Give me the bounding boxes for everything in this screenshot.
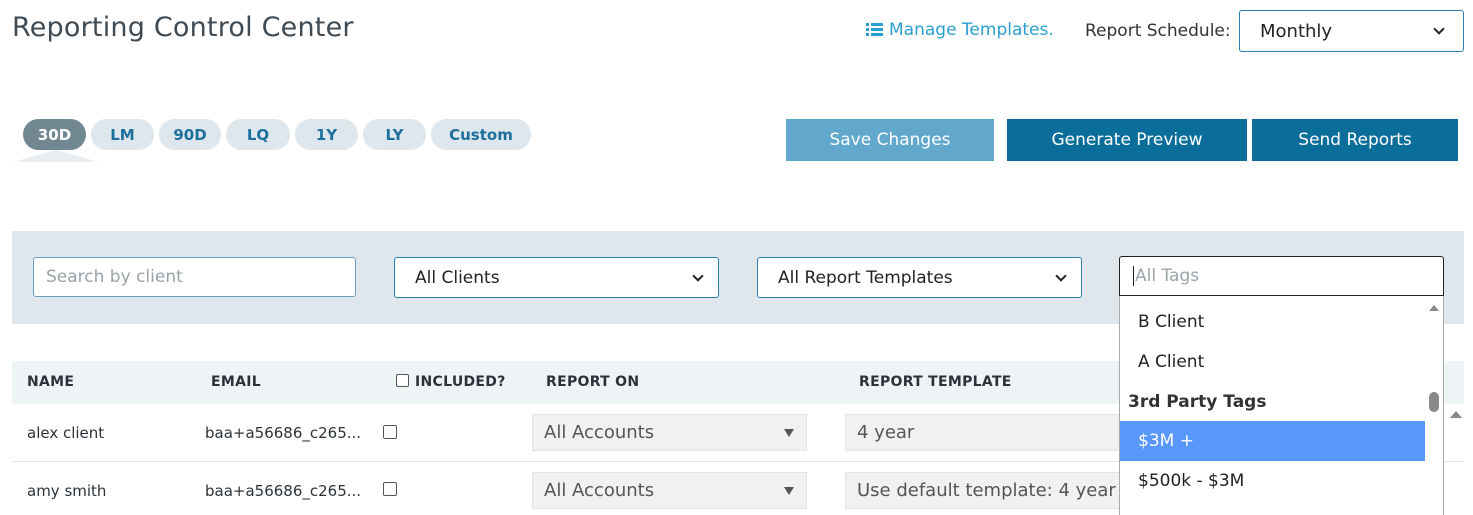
column-header-included: INCLUDED? — [396, 374, 506, 390]
chevron-down-icon — [1055, 269, 1067, 282]
period-tab-ly[interactable]: LY — [363, 119, 426, 150]
list-icon — [866, 23, 883, 37]
tag-option-3m-plus[interactable]: $3M + — [1120, 421, 1425, 461]
tag-group-3rd-party: 3rd Party Tags — [1128, 392, 1267, 412]
column-header-report-template[interactable]: REPORT TEMPLATE — [859, 374, 1012, 390]
client-name: amy smith — [27, 482, 107, 500]
report-on-select[interactable]: All Accounts — [532, 472, 807, 509]
manage-templates-link[interactable]: Manage Templates. — [866, 20, 1054, 40]
page-title: Reporting Control Center — [12, 12, 354, 43]
included-checkbox[interactable] — [383, 425, 397, 439]
dropdown-scrollbar[interactable] — [1425, 296, 1443, 515]
period-tab-90d[interactable]: 90D — [159, 119, 221, 150]
column-header-name[interactable]: NAME — [27, 374, 74, 390]
report-on-value: All Accounts — [544, 422, 655, 443]
generate-preview-button[interactable]: Generate Preview — [1007, 119, 1247, 161]
included-header-label: INCLUDED? — [415, 374, 506, 390]
report-template-value: 4 year — [857, 422, 915, 443]
column-header-email[interactable]: EMAIL — [211, 374, 261, 390]
report-on-select[interactable]: All Accounts — [532, 414, 807, 451]
period-tab-lq[interactable]: LQ — [226, 119, 290, 150]
page-scroll-up-arrow[interactable] — [1450, 411, 1462, 418]
triangle-down-icon — [784, 487, 794, 495]
chevron-down-icon — [692, 269, 704, 282]
clients-filter-select[interactable]: All Clients — [394, 257, 719, 298]
tags-search-input[interactable]: All Tags — [1119, 256, 1444, 296]
period-tabs: 30D LM 90D LQ 1Y LY Custom — [23, 119, 531, 150]
report-schedule-value: Monthly — [1260, 20, 1333, 42]
included-checkbox[interactable] — [383, 482, 397, 496]
manage-templates-label: Manage Templates. — [889, 20, 1054, 40]
select-all-checkbox[interactable] — [396, 374, 409, 387]
report-template-select[interactable]: 4 year — [845, 414, 1123, 451]
period-tab-30d[interactable]: 30D — [23, 119, 86, 150]
save-changes-button[interactable]: Save Changes — [786, 119, 994, 161]
chevron-down-icon — [1433, 23, 1445, 35]
tag-option-b-client[interactable]: B Client — [1120, 302, 1425, 342]
period-tab-custom[interactable]: Custom — [431, 119, 531, 150]
period-tab-lm[interactable]: LM — [91, 119, 154, 150]
templates-filter-select[interactable]: All Report Templates — [757, 257, 1082, 298]
report-template-value: Use default template: 4 year — [857, 480, 1116, 501]
period-tab-1y[interactable]: 1Y — [295, 119, 358, 150]
client-email: baa+a56686_c265... — [205, 482, 362, 500]
column-header-report-on[interactable]: REPORT ON — [546, 374, 639, 390]
tag-option-500k-3m[interactable]: $500k - $3M — [1120, 461, 1425, 501]
scroll-up-arrow[interactable] — [1429, 305, 1439, 311]
tags-placeholder: All Tags — [1135, 266, 1200, 286]
report-on-value: All Accounts — [544, 480, 655, 501]
text-cursor — [1133, 266, 1134, 286]
report-template-select[interactable]: Use default template: 4 year — [845, 472, 1123, 509]
search-input[interactable] — [33, 257, 356, 297]
send-reports-button[interactable]: Send Reports — [1252, 119, 1458, 161]
templates-filter-value: All Report Templates — [778, 267, 953, 288]
triangle-down-icon — [784, 429, 794, 437]
tags-dropdown: B Client A Client 3rd Party Tags $3M + $… — [1119, 296, 1444, 515]
report-schedule-select[interactable]: Monthly — [1239, 10, 1464, 52]
tag-option-a-client[interactable]: A Client — [1120, 342, 1425, 382]
scrollbar-thumb[interactable] — [1429, 392, 1439, 412]
clients-filter-value: All Clients — [415, 267, 500, 288]
client-email: baa+a56686_c265... — [205, 424, 362, 442]
active-tab-pointer — [13, 150, 99, 162]
report-schedule-label: Report Schedule: — [1085, 21, 1231, 41]
client-name: alex client — [27, 424, 105, 442]
